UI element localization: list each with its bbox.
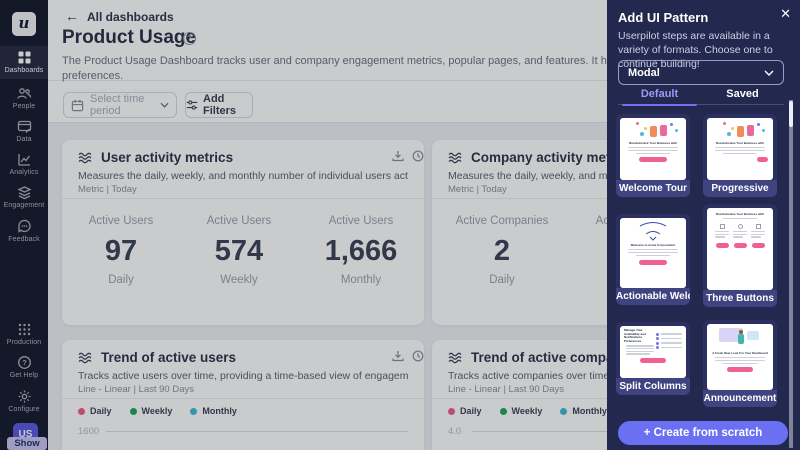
preview-title: Manage Your Availability and Notificatio… <box>624 329 656 343</box>
panel-tabs: Default Saved <box>618 88 784 105</box>
chevron-down-icon <box>764 70 774 76</box>
pattern-preview: Revolutionize Your Business with <box>620 118 686 180</box>
tab-default[interactable]: Default <box>618 88 701 104</box>
tab-saved[interactable]: Saved <box>701 88 784 104</box>
preview-columns <box>707 221 773 239</box>
preview-cta-button <box>757 157 768 162</box>
pattern-type-select[interactable]: Modal <box>618 60 784 85</box>
add-ui-pattern-panel: ✕ Add UI Pattern Userpilot steps are ava… <box>607 0 800 450</box>
preview-title: Revolutionize Your Business with <box>625 142 681 146</box>
pattern-label: Actionable Welco... <box>616 288 690 305</box>
pattern-label: Announcement <box>703 390 777 407</box>
pattern-card-actionable-welcome[interactable]: Welcome to Acme Corporation! Actionable … <box>616 214 690 305</box>
pattern-label: Three Buttons <box>703 290 777 307</box>
app-root: u Dashboards People <box>0 0 800 450</box>
pattern-label: Split Columns <box>616 378 690 395</box>
close-icon[interactable]: ✕ <box>780 6 791 22</box>
pattern-label: Progressive <box>703 180 777 197</box>
preview-buttons-row <box>707 239 773 248</box>
preview-cta-button <box>639 260 667 265</box>
preview-cta-button <box>727 367 753 372</box>
pattern-type-value: Modal <box>628 67 660 79</box>
pattern-preview: Manage Your Availability and Notificatio… <box>620 326 686 378</box>
pattern-preview: Welcome to Acme Corporation! <box>620 218 686 288</box>
preview-columns: Manage Your Availability and Notificatio… <box>620 326 686 356</box>
preview-title: Welcome to Acme Corporation! <box>625 244 681 248</box>
pattern-card-split-columns[interactable]: Manage Your Availability and Notificatio… <box>616 322 690 395</box>
celebration-illustration <box>707 118 773 140</box>
pattern-preview: A Fresh New Look For Your Dashboard <box>707 324 773 390</box>
preview-cta-button <box>640 358 666 363</box>
pattern-card-three-buttons[interactable]: Revolutionize Your Business with Three B… <box>703 204 777 307</box>
pattern-card-welcome-tour[interactable]: Revolutionize Your Business with Welcome… <box>616 114 690 197</box>
celebration-illustration <box>620 118 686 140</box>
modal-dim-overlay[interactable] <box>0 0 607 450</box>
preview-title: A Fresh New Look For Your Dashboard <box>712 352 768 356</box>
pattern-card-announcement[interactable]: A Fresh New Look For Your Dashboard Anno… <box>703 320 777 407</box>
panel-scrollbar-thumb[interactable] <box>789 101 793 127</box>
panel-scrollbar-track[interactable] <box>789 100 793 448</box>
pattern-preview: Revolutionize Your Business with <box>707 208 773 290</box>
dashboard-illustration <box>707 324 773 350</box>
create-from-scratch-button[interactable]: + Create from scratch <box>618 421 788 445</box>
panel-title: Add UI Pattern <box>618 10 708 25</box>
pattern-preview: Revolutionize Your Business with <box>707 118 773 180</box>
pattern-label: Welcome Tour <box>616 180 690 197</box>
preview-cta-button <box>639 157 667 162</box>
preview-title: Revolutionize Your Business with <box>712 213 768 217</box>
hands-illustration <box>620 218 686 242</box>
pattern-card-progressive[interactable]: Revolutionize Your Business with Progres… <box>703 114 777 197</box>
preview-title: Revolutionize Your Business with <box>712 142 768 146</box>
